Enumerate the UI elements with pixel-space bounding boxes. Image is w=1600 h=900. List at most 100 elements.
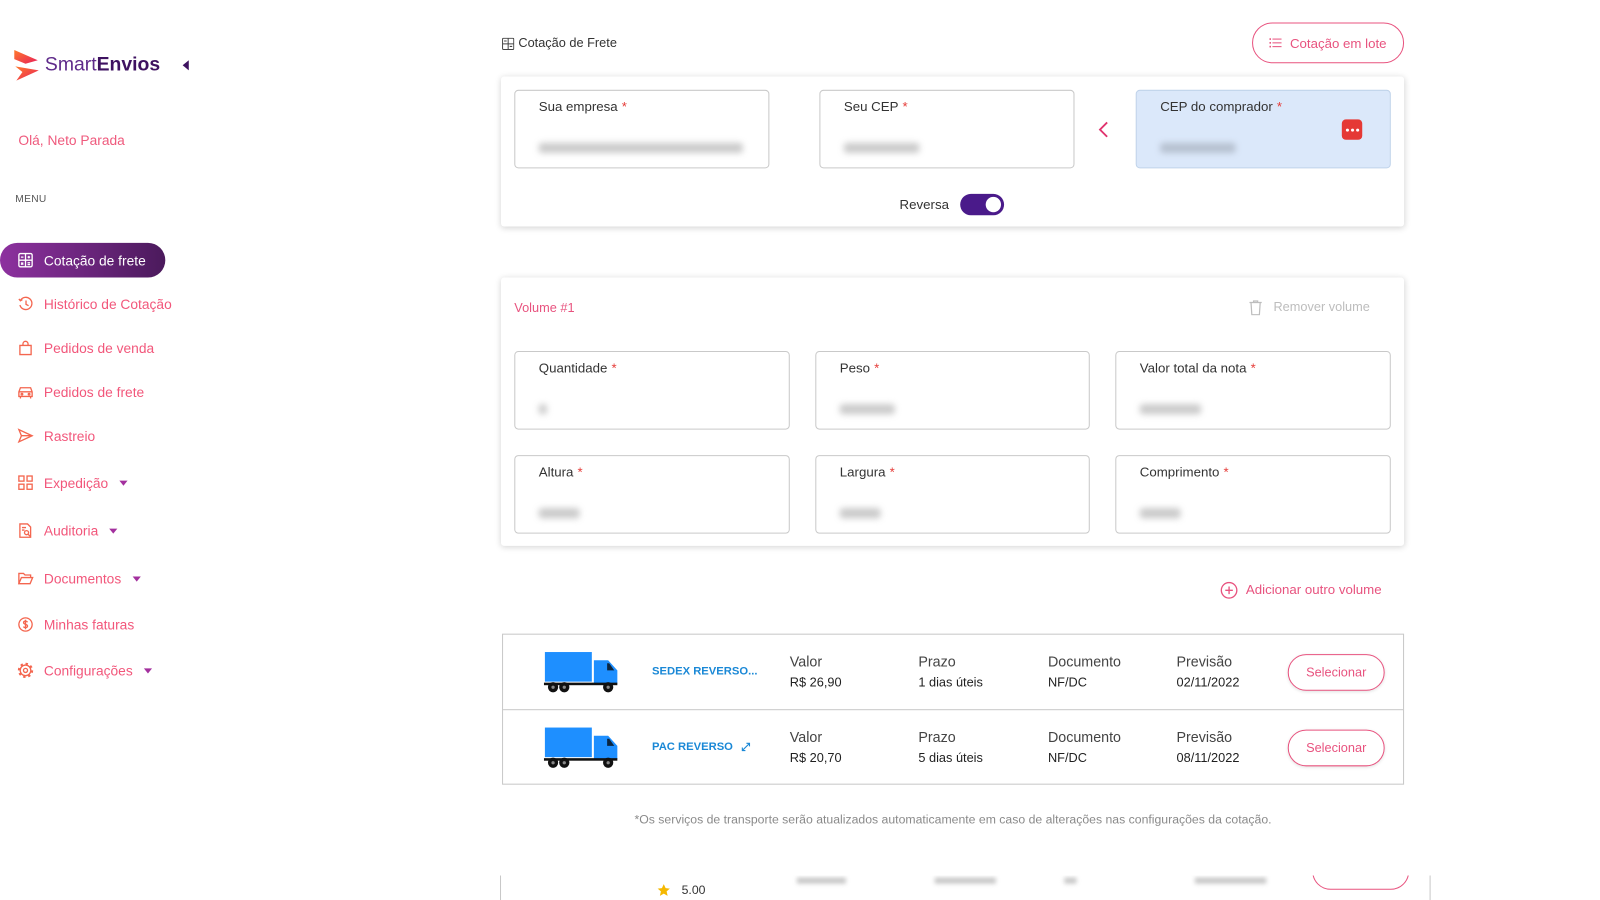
quantity-field[interactable]: Quantidade * — [514, 351, 790, 430]
expand-icon[interactable] — [741, 742, 751, 752]
redacted-value — [796, 877, 846, 884]
star-icon — [657, 884, 670, 896]
origin-cep-label: Seu CEP * — [844, 99, 908, 114]
sidebar-item-label: Auditoria — [43, 522, 99, 539]
smartenvios-logo-icon[interactable] — [12, 49, 41, 82]
sidebar-item-pedidos-de-venda[interactable]: Pedidos de venda — [0, 335, 154, 362]
page-title: Cotação de Frete — [518, 35, 617, 50]
invoice-total-label: Valor total da nota * — [1140, 360, 1256, 375]
table-row: PAC REVERSO Valor R$ 20,70 Prazo 5 dias … — [503, 709, 1404, 786]
gear-icon — [17, 662, 34, 679]
redacted-value — [1139, 404, 1202, 415]
sidebar-item-cotacao-de-frete[interactable]: Cotação de frete — [0, 242, 166, 278]
user-greeting: Olá, Neto Parada — [18, 132, 125, 148]
forecast-value: 02/11/2022 — [1176, 675, 1240, 690]
redacted-value — [839, 404, 895, 415]
sidebar-item-auditoria[interactable]: Auditoria — [0, 517, 118, 544]
route-card: Sua empresa * Seu CEP * CEP do comprador * … — [501, 76, 1405, 227]
redacted-value — [839, 508, 881, 519]
remove-volume-button[interactable]: Remover volume — [1273, 300, 1369, 314]
value-label: Valor — [789, 728, 823, 745]
history-icon — [17, 296, 33, 312]
required-mark: * — [1223, 464, 1229, 480]
chevron-down-icon — [143, 667, 153, 673]
reverse-toggle[interactable] — [960, 193, 1005, 216]
sidebar-item-label: Minhas faturas — [43, 616, 135, 633]
toggle-knob — [985, 196, 1002, 213]
select-button[interactable]: Selecionar — [1287, 729, 1385, 767]
sidebar-item-minhas-faturas[interactable]: Minhas faturas — [0, 611, 134, 638]
height-label-text: Altura — [538, 464, 574, 480]
length-label-text: Comprimento — [1139, 464, 1220, 480]
forecast-label: Previsão — [1176, 653, 1233, 670]
company-select[interactable]: Sua empresa * — [514, 89, 770, 169]
folder-icon — [17, 570, 34, 586]
deadline-value: 5 dias úteis — [918, 751, 983, 766]
service-name-text: PAC REVERSO — [652, 740, 733, 754]
origin-cep-field[interactable]: Seu CEP * — [819, 89, 1075, 169]
sidebar-item-pedidos-de-frete[interactable]: Pedidos de frete — [0, 379, 144, 406]
audit-file-icon — [17, 522, 33, 538]
invoice-total-field[interactable]: Valor total da nota * — [1115, 351, 1391, 430]
app-window: SmartEnvios Olá, Neto Parada MENU Cotaçã… — [0, 0, 1600, 900]
sidebar-item-historico-de-cotacao[interactable]: Histórico de Cotação — [0, 291, 172, 318]
table-row: SEDEX REVERSO... Valor R$ 26,90 Prazo 1 … — [503, 635, 1403, 711]
grid-icon — [17, 474, 33, 490]
quotes-footnote: *Os serviços de transporte serão atualiz… — [634, 812, 1272, 827]
select-button[interactable]: Selecionar — [1287, 654, 1385, 691]
required-mark: * — [1250, 360, 1256, 376]
redacted-value — [1064, 877, 1077, 884]
required-mark: * — [577, 464, 583, 480]
partial-table-row: 5.00 — [499, 875, 1431, 900]
reverse-label: Reversa — [899, 196, 949, 213]
calculator-icon — [502, 37, 515, 50]
height-field[interactable]: Altura * — [514, 455, 790, 534]
redacted-value — [1139, 508, 1181, 519]
required-mark: * — [902, 98, 908, 115]
company-label: Sua empresa * — [539, 99, 627, 114]
calculator-icon — [17, 252, 33, 268]
truck-icon — [543, 652, 618, 693]
sidebar-item-rastreio[interactable]: Rastreio — [0, 422, 95, 449]
redacted-value — [538, 508, 580, 519]
weight-field[interactable]: Peso * — [815, 351, 1090, 430]
origin-cep-label-text: Seu CEP — [843, 98, 899, 115]
service-name: PAC REVERSO — [652, 741, 751, 753]
deadline-label: Prazo — [918, 653, 956, 670]
batch-quote-button[interactable]: Cotação em lote — [1252, 22, 1405, 64]
caret-left-icon[interactable] — [182, 60, 190, 71]
width-field[interactable]: Largura * — [815, 455, 1090, 534]
buyer-cep-field[interactable]: CEP do comprador * — [1135, 89, 1391, 169]
sidebar-item-label: Expedição — [43, 474, 109, 491]
sidebar-item-label: Rastreio — [43, 428, 96, 444]
trash-icon[interactable] — [1249, 300, 1262, 316]
chevron-left-icon[interactable] — [1097, 120, 1109, 138]
add-volume-button[interactable]: Adicionar outro volume — [1246, 582, 1382, 597]
sidebar-item-configuracoes[interactable]: Configurações — [0, 657, 153, 684]
deadline-label: Prazo — [918, 728, 956, 745]
shopping-bag-icon — [17, 340, 33, 356]
buyer-cep-label: CEP do comprador * — [1160, 99, 1282, 114]
quotes-table: SEDEX REVERSO... Valor R$ 26,90 Prazo 1 … — [502, 633, 1405, 786]
more-dots-icon[interactable] — [1341, 119, 1363, 140]
document-label: Documento — [1047, 653, 1122, 670]
sidebar-item-label: Pedidos de venda — [43, 340, 155, 356]
quantity-label: Quantidade * — [539, 360, 617, 375]
length-label: Comprimento * — [1140, 464, 1229, 479]
select-button[interactable] — [1312, 875, 1410, 890]
length-field[interactable]: Comprimento * — [1115, 455, 1391, 534]
weight-label: Peso * — [840, 360, 879, 375]
sidebar-item-documentos[interactable]: Documentos — [0, 565, 141, 592]
service-name: SEDEX REVERSO... — [652, 665, 757, 677]
sidebar-item-expedicao[interactable]: Expedição — [0, 469, 128, 496]
chevron-down-icon — [132, 576, 141, 582]
brand-name: SmartEnvios — [45, 53, 160, 77]
brand-name-bold: Envios — [96, 54, 161, 76]
quantity-label-text: Quantidade — [538, 360, 608, 376]
required-mark: * — [874, 360, 880, 376]
document-value: NF/DC — [1047, 675, 1087, 690]
invoice-total-label-text: Valor total da nota — [1139, 360, 1247, 376]
list-icon — [1269, 38, 1282, 48]
forecast-label: Previsão — [1176, 728, 1233, 745]
plus-circle-icon[interactable] — [1220, 581, 1238, 599]
